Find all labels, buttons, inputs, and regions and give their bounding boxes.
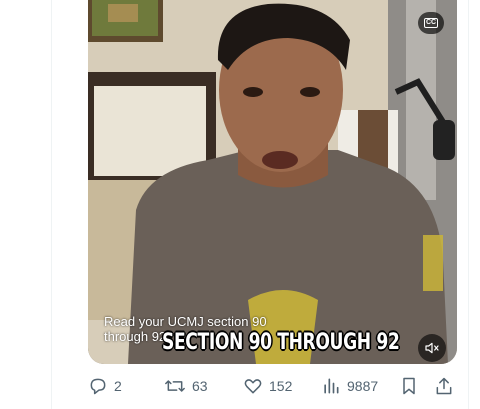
reply-button[interactable]: 2 xyxy=(88,374,122,398)
repost-count: 63 xyxy=(192,378,208,394)
views-count: 9887 xyxy=(347,378,379,394)
reply-count: 2 xyxy=(114,378,122,394)
video-player[interactable]: CC Read your UCMJ section 90 through 92 … xyxy=(88,0,457,364)
views-bar-chart-icon xyxy=(324,378,339,394)
bookmark-icon xyxy=(403,377,415,395)
post-action-bar: 2 63 152 9887 xyxy=(88,374,457,398)
repost-icon xyxy=(165,380,185,392)
reply-bubble-icon xyxy=(90,378,106,395)
like-button[interactable]: 152 xyxy=(243,374,292,398)
share-button[interactable] xyxy=(434,374,454,398)
views-button[interactable]: 9887 xyxy=(321,374,378,398)
like-count: 152 xyxy=(269,378,293,394)
bookmark-button[interactable] xyxy=(399,374,419,398)
timeline-left-border xyxy=(51,0,52,409)
repost-button[interactable]: 63 xyxy=(164,374,208,398)
video-overlay-text: SECTION 90 THROUGH 92 xyxy=(162,330,400,355)
share-upload-icon xyxy=(436,377,452,395)
closed-captions-icon: CC xyxy=(423,18,439,28)
timeline-right-border xyxy=(468,0,469,409)
mute-button[interactable] xyxy=(418,334,446,362)
video-frame xyxy=(88,0,457,364)
heart-icon xyxy=(244,379,262,394)
speaker-muted-icon xyxy=(425,342,439,354)
closed-captions-button[interactable]: CC xyxy=(418,12,444,34)
